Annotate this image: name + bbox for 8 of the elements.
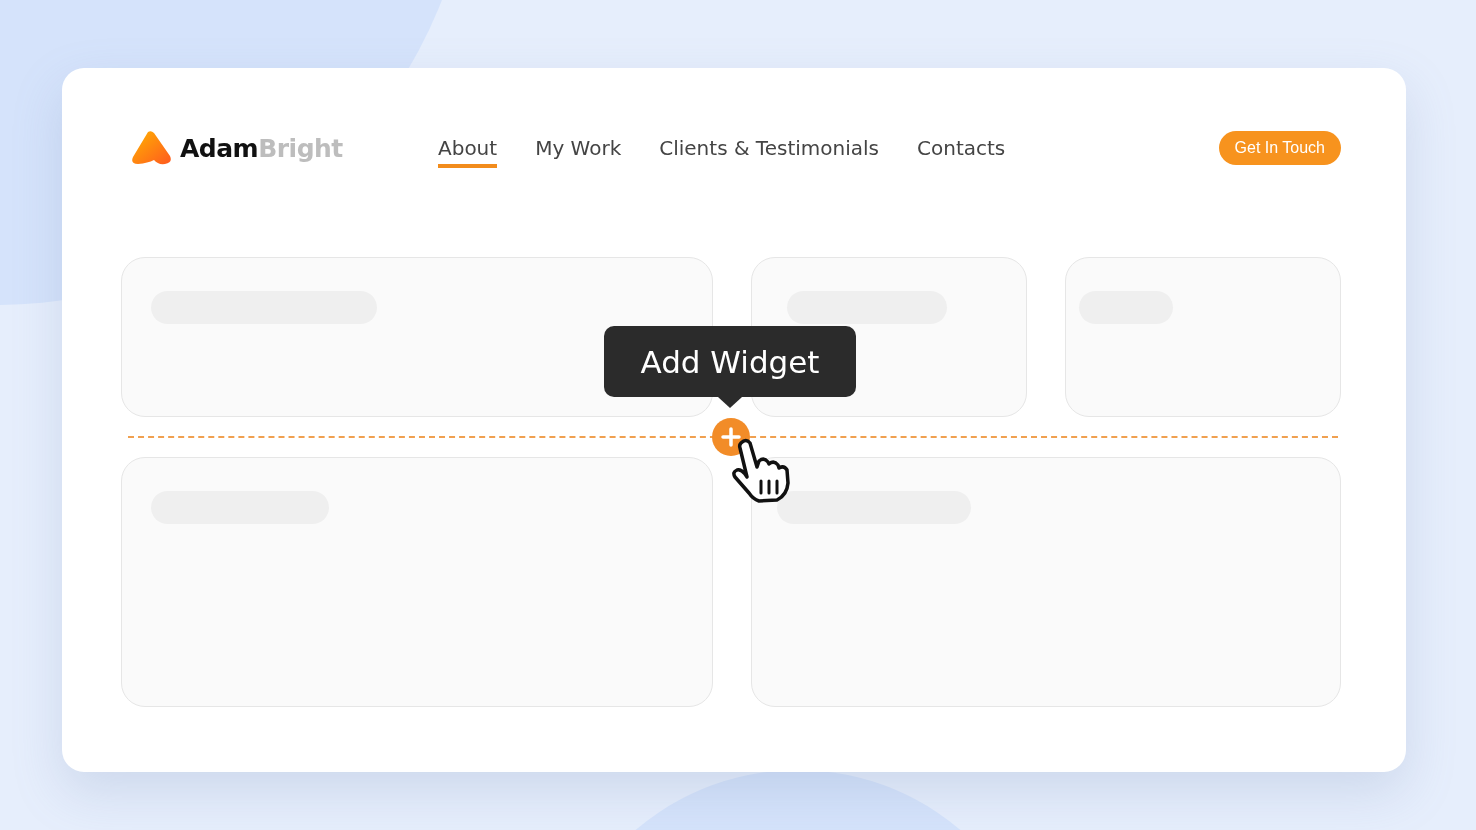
nav-link[interactable]: Contacts: [917, 128, 1006, 168]
logo-text: Adam: [180, 133, 259, 163]
logo-icon: [130, 130, 172, 166]
nav-link[interactable]: About: [438, 128, 498, 168]
tooltip-text: Add Widget: [640, 343, 820, 380]
nav-link[interactable]: Clients & Testimonials: [659, 128, 879, 168]
nav-link[interactable]: My Work: [535, 128, 622, 168]
logo-text: Bright: [258, 133, 343, 163]
